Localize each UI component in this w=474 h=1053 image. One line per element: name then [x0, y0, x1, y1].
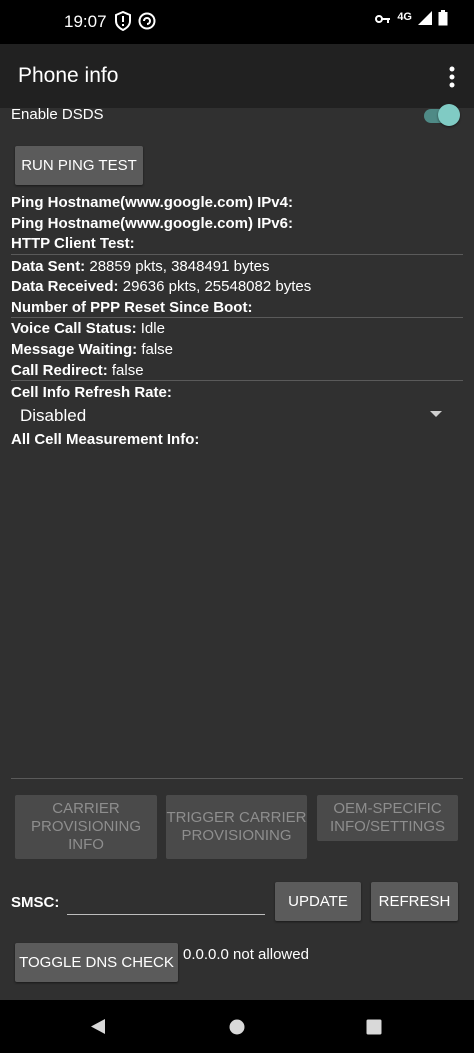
call-redirect-value: false: [111, 362, 144, 379]
network-type-label: 4G: [397, 10, 412, 23]
status-bar: 19:07 4G: [0, 0, 474, 44]
data-sent-label: Data Sent:: [11, 258, 86, 275]
ping-ipv6-label: Ping Hostname(www.google.com) IPv6:: [11, 215, 293, 232]
back-icon[interactable]: [90, 1018, 106, 1040]
cell-info-refresh-label: Cell Info Refresh Rate:: [11, 384, 172, 401]
data-received-value: 29636 pkts, 25548082 bytes: [122, 278, 312, 295]
battery-icon: [438, 10, 448, 31]
oem-settings-button[interactable]: OEM-SPECIFIC INFO/SETTINGS: [317, 795, 458, 841]
ppp-reset-label: Number of PPP Reset Since Boot:: [11, 299, 253, 316]
voice-call-status-row: Voice Call Status: Idle: [11, 320, 165, 338]
data-received-row: Data Received: 29636 pkts, 25548082 byte…: [11, 278, 311, 296]
dns-status: 0.0.0.0 not allowed: [183, 946, 309, 963]
http-client-test-label: HTTP Client Test:: [11, 235, 135, 252]
navigation-bar: [0, 1000, 474, 1053]
cell-info-refresh-spinner[interactable]: Disabled: [20, 406, 86, 426]
smsc-label: SMSC:: [11, 894, 60, 911]
data-received-label: Data Received:: [11, 278, 119, 295]
dropdown-arrow-icon[interactable]: [430, 411, 442, 417]
message-waiting-row: Message Waiting: false: [11, 341, 173, 359]
more-vert-icon[interactable]: [448, 66, 456, 88]
home-icon[interactable]: [229, 1019, 245, 1040]
voice-call-status-value: Idle: [140, 320, 165, 337]
status-time: 19:07: [64, 12, 107, 31]
divider: [11, 778, 463, 779]
cell-measurement-label: All Cell Measurement Info:: [11, 431, 200, 448]
divider: [11, 317, 463, 318]
data-sent-value: 28859 pkts, 3848491 bytes: [89, 258, 270, 275]
message-waiting-value: false: [141, 341, 173, 358]
sync-icon: [138, 11, 156, 36]
trigger-provisioning-button[interactable]: TRIGGER CARRIER PROVISIONING: [166, 795, 307, 859]
smsc-input[interactable]: [67, 914, 265, 915]
signal-icon: [418, 11, 432, 30]
update-button[interactable]: UPDATE: [275, 882, 361, 921]
dsds-toggle[interactable]: [438, 104, 460, 126]
dsds-label: Enable DSDS: [11, 106, 104, 123]
refresh-button[interactable]: REFRESH: [371, 882, 458, 921]
message-waiting-label: Message Waiting:: [11, 341, 138, 358]
shield-alert-icon: [114, 10, 132, 36]
page-title: Phone info: [18, 64, 119, 87]
carrier-provisioning-button[interactable]: CARRIER PROVISIONING INFO: [15, 795, 157, 859]
divider: [11, 254, 463, 255]
divider: [11, 380, 463, 381]
ping-ipv4-label: Ping Hostname(www.google.com) IPv4:: [11, 194, 293, 211]
run-ping-test-button[interactable]: RUN PING TEST: [15, 146, 143, 185]
vpn-key-icon: [375, 12, 391, 30]
voice-call-status-label: Voice Call Status:: [11, 320, 137, 337]
app-bar: Phone info: [0, 44, 474, 108]
call-redirect-label: Call Redirect:: [11, 362, 108, 379]
call-redirect-row: Call Redirect: false: [11, 362, 144, 380]
toggle-dns-check-button[interactable]: TOGGLE DNS CHECK: [15, 943, 178, 982]
recents-icon[interactable]: [366, 1019, 382, 1040]
data-sent-row: Data Sent: 28859 pkts, 3848491 bytes: [11, 258, 270, 276]
